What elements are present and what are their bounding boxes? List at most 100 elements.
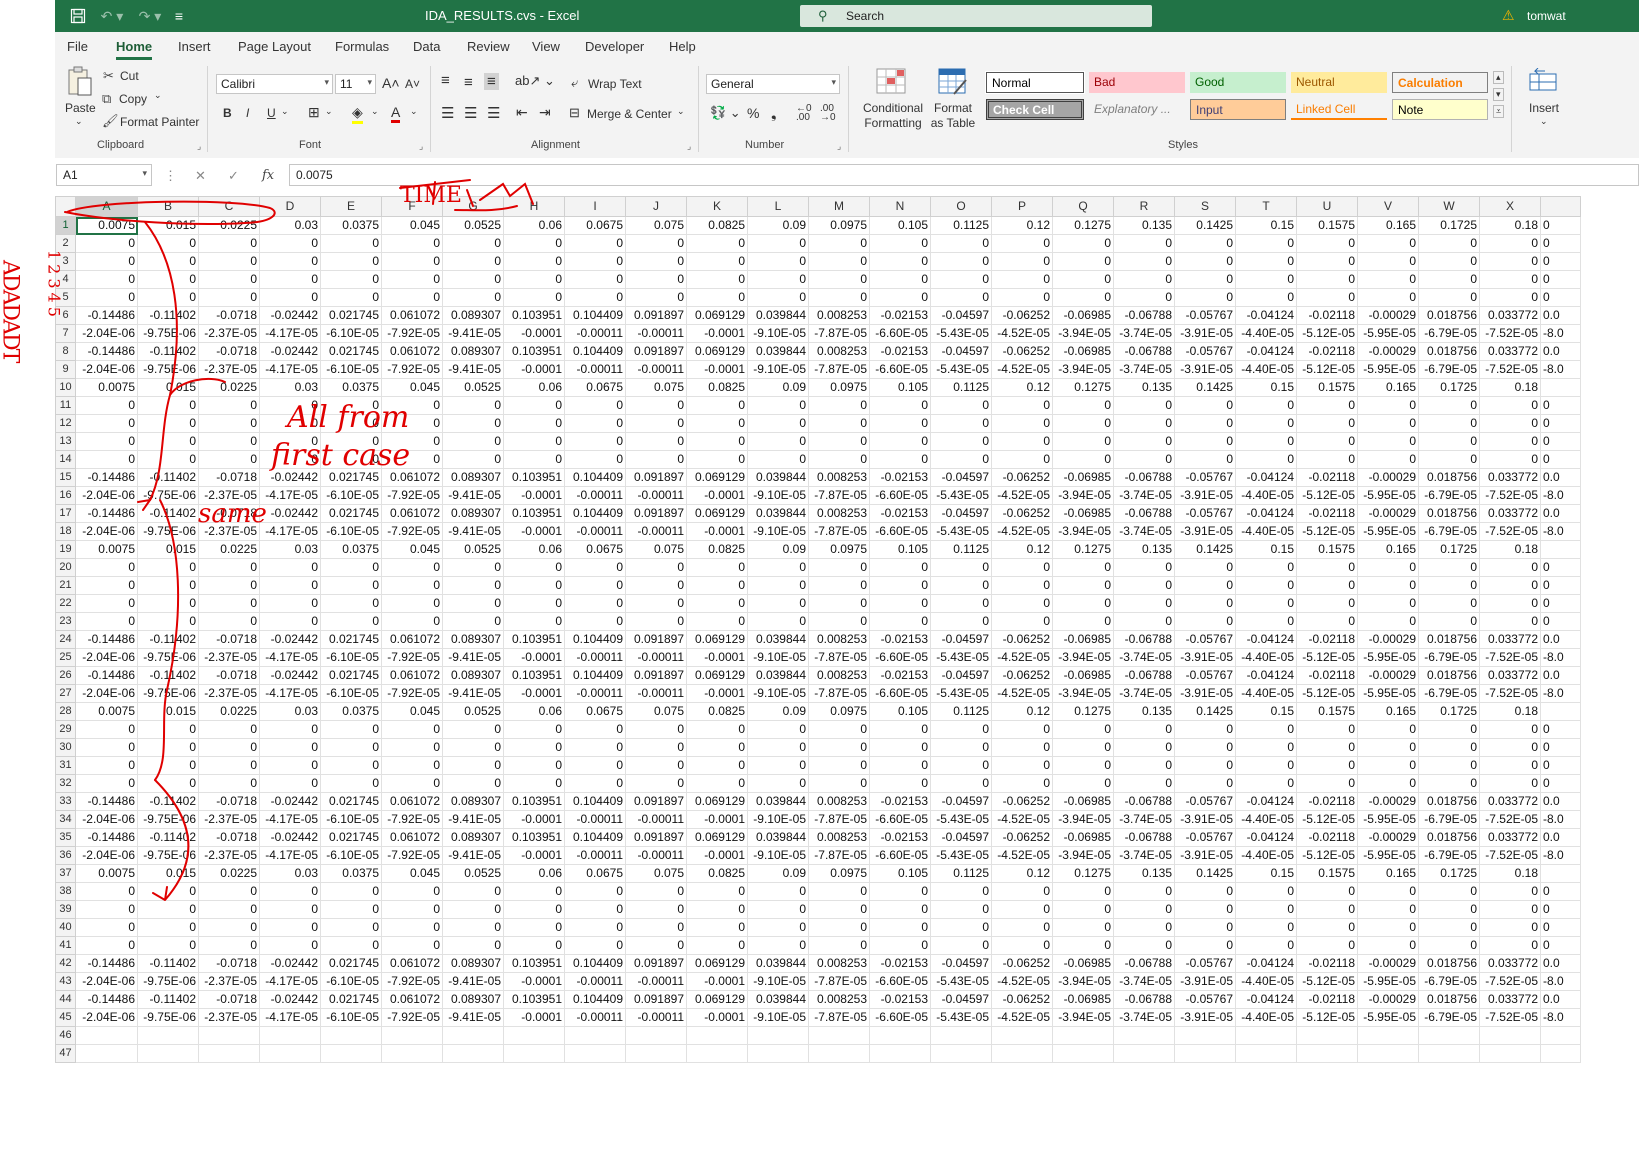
cell-X30[interactable]: 0	[1479, 738, 1541, 757]
cell-G27[interactable]: -9.41E-05	[442, 684, 504, 703]
cell-F45[interactable]: -7.92E-05	[381, 1008, 443, 1027]
cell-partial[interactable]: -8.0	[1540, 522, 1581, 541]
cell-T6[interactable]: -0.04124	[1235, 306, 1297, 325]
cell-L32[interactable]: 0	[747, 774, 809, 793]
cell-B43[interactable]: -9.75E-06	[137, 972, 199, 991]
cell-J15[interactable]: 0.091897	[625, 468, 687, 487]
cell-H2[interactable]: 0	[503, 234, 565, 253]
cell-R19[interactable]: 0.135	[1113, 540, 1175, 559]
cell-A5[interactable]: 0	[75, 288, 138, 307]
cell-V2[interactable]: 0	[1357, 234, 1419, 253]
cell-X2[interactable]: 0	[1479, 234, 1541, 253]
cell-F7[interactable]: -7.92E-05	[381, 324, 443, 343]
cell-N12[interactable]: 0	[869, 414, 931, 433]
cell-G3[interactable]: 0	[442, 252, 504, 271]
increase-indent-icon[interactable]: ⇥	[539, 104, 551, 121]
cell-E22[interactable]: 0	[320, 594, 382, 613]
cell-V22[interactable]: 0	[1357, 594, 1419, 613]
cell-J37[interactable]: 0.075	[625, 864, 687, 883]
cell-H12[interactable]: 0	[503, 414, 565, 433]
cell-V39[interactable]: 0	[1357, 900, 1419, 919]
cell-F18[interactable]: -7.92E-05	[381, 522, 443, 541]
cell-R30[interactable]: 0	[1113, 738, 1175, 757]
cell-N27[interactable]: -6.60E-05	[869, 684, 931, 703]
conditional-formatting-button[interactable]: Conditional Formatting	[857, 101, 929, 131]
cell-O46[interactable]	[930, 1026, 992, 1045]
fill-color-dropdown-icon[interactable]: ⌄	[371, 106, 379, 117]
cell-E33[interactable]: 0.021745	[320, 792, 382, 811]
cell-W32[interactable]: 0	[1418, 774, 1480, 793]
cell-I4[interactable]: 0	[564, 270, 626, 289]
cell-V9[interactable]: -5.95E-05	[1357, 360, 1419, 379]
cell-F13[interactable]: 0	[381, 432, 443, 451]
cell-E38[interactable]: 0	[320, 882, 382, 901]
paste-icon[interactable]	[67, 66, 93, 101]
cell-D34[interactable]: -4.17E-05	[259, 810, 321, 829]
cell-P14[interactable]: 0	[991, 450, 1053, 469]
paste-dropdown-icon[interactable]: ⌄	[75, 116, 83, 127]
cell-Q28[interactable]: 0.1275	[1052, 702, 1114, 721]
cell-F42[interactable]: 0.061072	[381, 954, 443, 973]
cell-M46[interactable]	[808, 1026, 870, 1045]
cell-U23[interactable]: 0	[1296, 612, 1358, 631]
cell-D35[interactable]: -0.02442	[259, 828, 321, 847]
cell-T43[interactable]: -4.40E-05	[1235, 972, 1297, 991]
cell-J27[interactable]: -0.00011	[625, 684, 687, 703]
cell-O38[interactable]: 0	[930, 882, 992, 901]
cell-X12[interactable]: 0	[1479, 414, 1541, 433]
cell-C34[interactable]: -2.37E-05	[198, 810, 260, 829]
cell-N19[interactable]: 0.105	[869, 540, 931, 559]
cell-Q15[interactable]: -0.06985	[1052, 468, 1114, 487]
style-note[interactable]: Note	[1392, 99, 1488, 120]
cell-C1[interactable]: 0.0225	[198, 216, 260, 235]
top-align-icon[interactable]: ≡	[441, 72, 450, 89]
cell-A2[interactable]: 0	[75, 234, 138, 253]
cell-B6[interactable]: -0.11402	[137, 306, 199, 325]
cell-I28[interactable]: 0.0675	[564, 702, 626, 721]
cell-N40[interactable]: 0	[869, 918, 931, 937]
cell-M7[interactable]: -7.87E-05	[808, 324, 870, 343]
cell-U31[interactable]: 0	[1296, 756, 1358, 775]
cell-F30[interactable]: 0	[381, 738, 443, 757]
cell-S6[interactable]: -0.05767	[1174, 306, 1236, 325]
cell-W18[interactable]: -6.79E-05	[1418, 522, 1480, 541]
cell-P18[interactable]: -4.52E-05	[991, 522, 1053, 541]
cell-P29[interactable]: 0	[991, 720, 1053, 739]
cell-V5[interactable]: 0	[1357, 288, 1419, 307]
cell-C8[interactable]: -0.0718	[198, 342, 260, 361]
cell-A25[interactable]: -2.04E-06	[75, 648, 138, 667]
cell-E2[interactable]: 0	[320, 234, 382, 253]
cell-U40[interactable]: 0	[1296, 918, 1358, 937]
cell-W3[interactable]: 0	[1418, 252, 1480, 271]
cell-L11[interactable]: 0	[747, 396, 809, 415]
cell-Q11[interactable]: 0	[1052, 396, 1114, 415]
cell-J9[interactable]: -0.00011	[625, 360, 687, 379]
cell-E12[interactable]: 0	[320, 414, 382, 433]
cell-C35[interactable]: -0.0718	[198, 828, 260, 847]
cell-J4[interactable]: 0	[625, 270, 687, 289]
cell-P27[interactable]: -4.52E-05	[991, 684, 1053, 703]
cell-R6[interactable]: -0.06788	[1113, 306, 1175, 325]
cell-K47[interactable]	[686, 1044, 748, 1063]
cell-O24[interactable]: -0.04597	[930, 630, 992, 649]
cell-L44[interactable]: 0.039844	[747, 990, 809, 1009]
cell-G42[interactable]: 0.089307	[442, 954, 504, 973]
cell-P34[interactable]: -4.52E-05	[991, 810, 1053, 829]
cell-U45[interactable]: -5.12E-05	[1296, 1008, 1358, 1027]
cell-J3[interactable]: 0	[625, 252, 687, 271]
warning-icon[interactable]: ⚠	[1502, 7, 1515, 24]
cell-U34[interactable]: -5.12E-05	[1296, 810, 1358, 829]
cell-S16[interactable]: -3.91E-05	[1174, 486, 1236, 505]
cell-P12[interactable]: 0	[991, 414, 1053, 433]
cell-M40[interactable]: 0	[808, 918, 870, 937]
cell-M47[interactable]	[808, 1044, 870, 1063]
cell-R5[interactable]: 0	[1113, 288, 1175, 307]
cell-R10[interactable]: 0.135	[1113, 378, 1175, 397]
cell-C16[interactable]: -2.37E-05	[198, 486, 260, 505]
cell-R40[interactable]: 0	[1113, 918, 1175, 937]
cell-B38[interactable]: 0	[137, 882, 199, 901]
borders-dropdown-icon[interactable]: ⌄	[325, 106, 333, 117]
cell-E45[interactable]: -6.10E-05	[320, 1008, 382, 1027]
cell-H27[interactable]: -0.0001	[503, 684, 565, 703]
cell-B10[interactable]: 0.015	[137, 378, 199, 397]
